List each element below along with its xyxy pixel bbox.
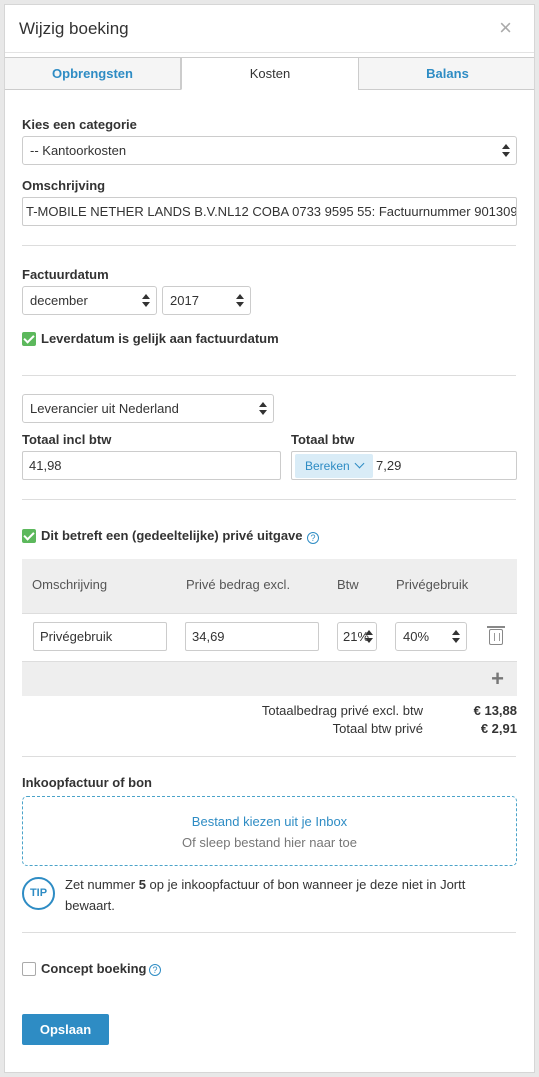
category-select[interactable]: -- Kantoorkosten	[22, 136, 517, 165]
modal-title: Wijzig boeking	[19, 19, 129, 38]
upload-label: Inkoopfactuur of bon	[22, 775, 152, 790]
year-value: 2017	[170, 293, 199, 308]
category-label: Kies een categorie	[22, 117, 137, 132]
private-label: Dit betreft een (gedeeltelijke) privé ui…	[41, 528, 303, 543]
divider	[22, 756, 516, 757]
total-incl-input[interactable]: 41,98	[22, 451, 281, 480]
delivery-same-label: Leverdatum is gelijk aan factuurdatum	[41, 331, 279, 346]
help-icon[interactable]: ?	[307, 532, 319, 544]
description-label: Omschrijving	[22, 178, 106, 193]
divider	[22, 245, 516, 246]
total-incl-label: Totaal incl btw	[22, 432, 112, 447]
private-checkbox[interactable]	[22, 529, 36, 543]
col-header-omschrijving: Omschrijving	[32, 577, 108, 592]
description-input[interactable]: T-MOBILE NETHER LANDS B.V.NL12 COBA 0733…	[22, 197, 517, 226]
delivery-same-checkbox[interactable]	[22, 332, 36, 346]
total-excl-value: € 13,88	[473, 703, 517, 718]
tab-balans[interactable]: Balans	[358, 57, 534, 90]
tip-text: Zet nummer 5 op je inkoopfactuur of bon …	[65, 874, 505, 916]
invoice-date-label: Factuurdatum	[22, 267, 109, 282]
tip-text-before: Zet nummer	[65, 877, 139, 892]
add-row-icon[interactable]: +	[491, 668, 504, 690]
bereken-label: Bereken	[305, 459, 350, 473]
col-header-gebruik: Privégebruik	[396, 577, 469, 592]
row-gebruik-value: 40%	[403, 629, 430, 644]
edit-booking-modal: Wijzig boeking × Opbrengsten Kosten Bala…	[4, 4, 535, 1073]
supplier-select[interactable]: Leverancier uit Nederland	[22, 394, 274, 423]
col-header-bedrag: Privé bedrag excl.	[186, 577, 291, 592]
supplier-value: Leverancier uit Nederland	[30, 401, 179, 416]
tip-badge: TIP	[22, 877, 55, 910]
select-arrows-icon	[452, 630, 460, 643]
table-row: Privégebruik 34,69 21% 40%	[22, 613, 517, 662]
drop-hint: Of sleep bestand hier naar toe	[182, 835, 357, 850]
trash-icon[interactable]	[487, 626, 505, 645]
row-omschrijving-input[interactable]: Privégebruik	[33, 622, 167, 651]
year-select[interactable]: 2017	[162, 286, 251, 315]
month-value: december	[30, 293, 88, 308]
select-arrows-icon	[259, 402, 267, 415]
choose-from-inbox-link[interactable]: Bestand kiezen uit je Inbox	[23, 814, 516, 829]
total-excl-label: Totaalbedrag privé excl. btw	[261, 703, 423, 718]
total-btw-private-label: Totaal btw privé	[332, 721, 423, 736]
category-value: -- Kantoorkosten	[30, 143, 127, 158]
help-icon[interactable]: ?	[149, 964, 161, 976]
total-btw-private-value: € 2,91	[480, 721, 517, 736]
col-header-btw: Btw	[337, 577, 359, 592]
save-button[interactable]: Opslaan	[22, 1014, 109, 1045]
concept-checkbox[interactable]	[22, 962, 36, 976]
upload-dropzone[interactable]: Bestand kiezen uit je Inbox Of sleep bes…	[22, 796, 517, 866]
tip-number: 5	[138, 877, 146, 892]
concept-label: Concept boeking	[41, 961, 147, 976]
divider	[22, 499, 516, 500]
month-select[interactable]: december	[22, 286, 157, 315]
row-btw-select[interactable]: 21%	[337, 622, 377, 651]
select-arrows-icon	[365, 630, 373, 643]
modal-header: Wijzig boeking ×	[5, 5, 534, 53]
row-bedrag-input[interactable]: 34,69	[185, 622, 319, 651]
row-gebruik-select[interactable]: 40%	[395, 622, 467, 651]
tab-kosten[interactable]: Kosten	[181, 57, 359, 90]
divider	[22, 375, 516, 376]
total-btw-label: Totaal btw	[291, 432, 355, 447]
divider	[22, 932, 516, 933]
tab-bar: Opbrengsten Kosten Balans	[5, 53, 534, 90]
chevron-down-icon	[354, 458, 365, 469]
bereken-button[interactable]: Bereken	[295, 454, 373, 478]
private-table: Omschrijving Privé bedrag excl. Btw Priv…	[22, 559, 517, 696]
tab-opbrengsten[interactable]: Opbrengsten	[5, 57, 181, 90]
select-arrows-icon	[502, 144, 510, 157]
close-icon[interactable]: ×	[499, 17, 512, 39]
select-arrows-icon	[236, 294, 244, 307]
select-arrows-icon	[142, 294, 150, 307]
